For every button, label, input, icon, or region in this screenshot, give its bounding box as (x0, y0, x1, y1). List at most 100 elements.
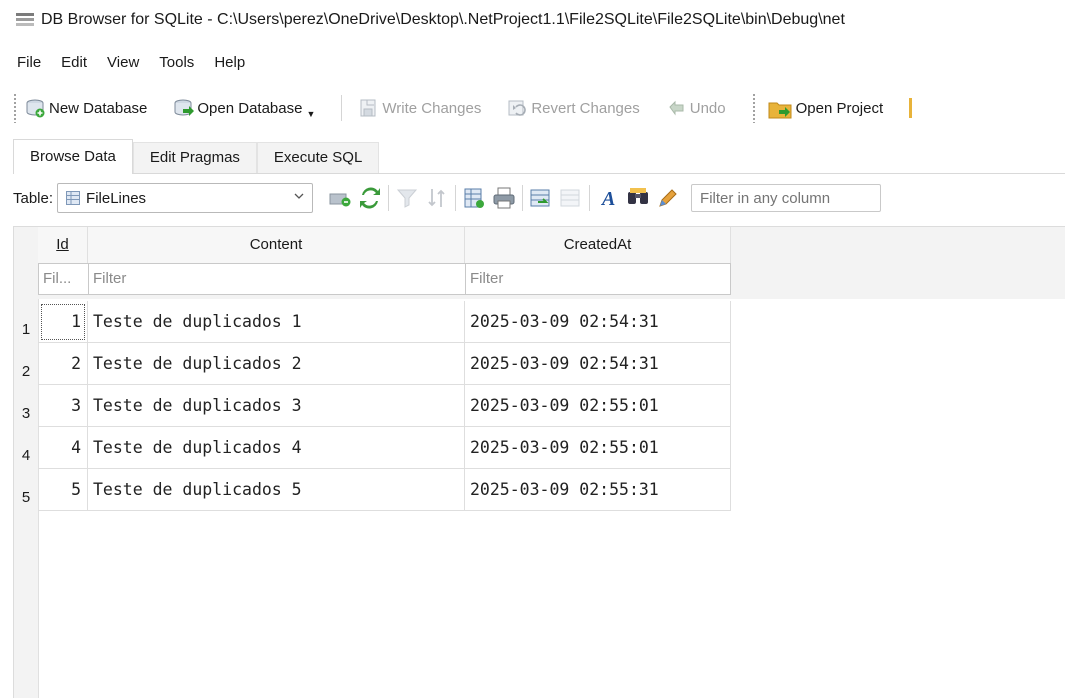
filter-id-input[interactable]: Fil... (38, 263, 89, 295)
new-database-label: New Database (49, 99, 148, 117)
filter-icon (396, 189, 418, 208)
table-selector[interactable]: FileLines (57, 183, 314, 213)
edit-icon (659, 189, 677, 207)
chevron-down-icon[interactable] (292, 189, 306, 203)
toolbar-grip-2[interactable] (751, 93, 756, 123)
cell-content[interactable]: Teste de duplicados 2 (88, 343, 465, 385)
menu-file[interactable]: File (0, 54, 51, 71)
cell-createdat[interactable]: 2025-03-09 02:54:31 (465, 343, 731, 385)
menu-edit[interactable]: Edit (51, 54, 97, 71)
find-icon (628, 188, 649, 204)
cell-createdat[interactable]: 2025-03-09 02:54:31 (465, 301, 731, 343)
row-number[interactable]: 1 (14, 309, 38, 351)
cell-content[interactable]: Teste de duplicados 5 (88, 469, 465, 511)
open-database-icon (173, 98, 195, 118)
tab-browse-data[interactable]: Browse Data (13, 139, 133, 174)
print-icon (493, 187, 515, 209)
separator (388, 185, 390, 211)
clear-filters-icon (329, 193, 351, 207)
separator (522, 185, 524, 211)
write-changes-button[interactable]: Write Changes (358, 98, 481, 118)
clear-filters-button[interactable] (325, 183, 355, 213)
toolbar-separator-2 (909, 98, 913, 118)
sort-button[interactable] (422, 183, 452, 213)
refresh-button[interactable] (355, 183, 385, 213)
db-browser-icon (16, 12, 34, 28)
cell-id[interactable]: 1 (38, 301, 88, 343)
insert-record-button[interactable] (526, 183, 556, 213)
cell-content[interactable]: Teste de duplicados 1 (88, 301, 465, 343)
svg-text:A: A (600, 188, 615, 210)
toolbar-separator (341, 95, 343, 121)
new-database-button[interactable]: New Database (25, 98, 147, 118)
window-title: DB Browser for SQLite - C:\Users\perez\O… (41, 11, 845, 28)
tab-execute-sql[interactable]: Execute SQL (256, 142, 380, 173)
print-button[interactable] (489, 183, 519, 213)
open-project-label: Open Project (795, 99, 884, 117)
cell-content[interactable]: Teste de duplicados 3 (88, 385, 465, 427)
cell-id[interactable]: 3 (38, 385, 88, 427)
open-project-button[interactable]: Open Project (768, 98, 884, 119)
delete-record-icon (560, 189, 580, 207)
table-selector-value: FileLines (86, 189, 147, 207)
edit-button[interactable] (653, 183, 683, 213)
cell-id[interactable]: 2 (38, 343, 88, 385)
revert-changes-button[interactable]: Revert Changes (507, 98, 640, 118)
row-number[interactable]: 2 (14, 351, 38, 393)
row-number[interactable]: 3 (14, 393, 38, 435)
font-button[interactable]: A (593, 183, 623, 213)
cell-createdat[interactable]: 2025-03-09 02:55:31 (465, 469, 731, 511)
cell-createdat[interactable]: 2025-03-09 02:55:01 (465, 427, 731, 469)
find-button[interactable] (623, 183, 653, 213)
cell-content[interactable]: Teste de duplicados 4 (88, 427, 465, 469)
main-toolbar: New Database Open Database ▼ Write Chang… (0, 86, 1065, 130)
menu-help[interactable]: Help (204, 54, 255, 71)
main-tab-bar: Browse Data Edit Pragmas Execute SQL (13, 139, 1065, 174)
insert-record-icon (530, 189, 550, 207)
browse-toolbar: Table: FileLines A Filter in any column (0, 178, 1065, 218)
font-icon: A (600, 188, 615, 210)
new-database-icon (25, 98, 47, 118)
row-number[interactable]: 5 (14, 477, 38, 519)
refresh-icon (360, 187, 381, 209)
undo-icon (666, 98, 688, 118)
cell-id[interactable]: 4 (38, 427, 88, 469)
undo-button[interactable]: Undo (666, 98, 726, 118)
row-number[interactable]: 4 (14, 435, 38, 477)
separator (589, 185, 591, 211)
cell-id[interactable]: 5 (38, 469, 88, 511)
open-database-button[interactable]: Open Database ▼ (173, 98, 315, 119)
menu-view[interactable]: View (97, 54, 149, 71)
browse-tool-buttons: A (325, 183, 683, 213)
undo-label: Undo (689, 99, 726, 117)
open-project-icon (768, 98, 794, 119)
filter-createdat-input[interactable]: Filter (465, 263, 731, 295)
menu-tools[interactable]: Tools (149, 54, 204, 71)
save-table-icon (464, 188, 485, 208)
title-bar: DB Browser for SQLite - C:\Users\perez\O… (0, 0, 1065, 40)
cell-createdat[interactable]: 2025-03-09 02:55:01 (465, 385, 731, 427)
revert-changes-icon (507, 98, 529, 118)
filter-content-input[interactable]: Filter (88, 263, 466, 295)
data-grid: Id Content CreatedAt Fil... Filter Filte… (13, 226, 1065, 698)
toolbar-grip[interactable] (13, 93, 17, 123)
write-changes-label: Write Changes (382, 99, 482, 117)
column-header-id[interactable]: Id (38, 227, 88, 263)
separator (455, 185, 457, 211)
column-header-createdat[interactable]: CreatedAt (465, 227, 731, 263)
filter-button[interactable] (392, 183, 422, 213)
column-header-content[interactable]: Content (88, 227, 465, 263)
table-label: Table: (13, 189, 54, 207)
menu-bar: File Edit View Tools Help (0, 47, 255, 77)
delete-record-button[interactable] (556, 183, 586, 213)
table-icon (66, 191, 81, 205)
revert-changes-label: Revert Changes (531, 99, 640, 117)
sort-icon (428, 189, 445, 207)
tab-edit-pragmas[interactable]: Edit Pragmas (132, 142, 257, 173)
save-table-button[interactable] (459, 183, 489, 213)
app-window: DB Browser for SQLite - C:\Users\perez\O… (0, 0, 1065, 698)
filter-any-column-input[interactable] (691, 184, 882, 212)
write-changes-icon (358, 98, 380, 118)
dropdown-caret-icon[interactable]: ▼ (306, 109, 315, 119)
open-database-label: Open Database (197, 99, 303, 117)
